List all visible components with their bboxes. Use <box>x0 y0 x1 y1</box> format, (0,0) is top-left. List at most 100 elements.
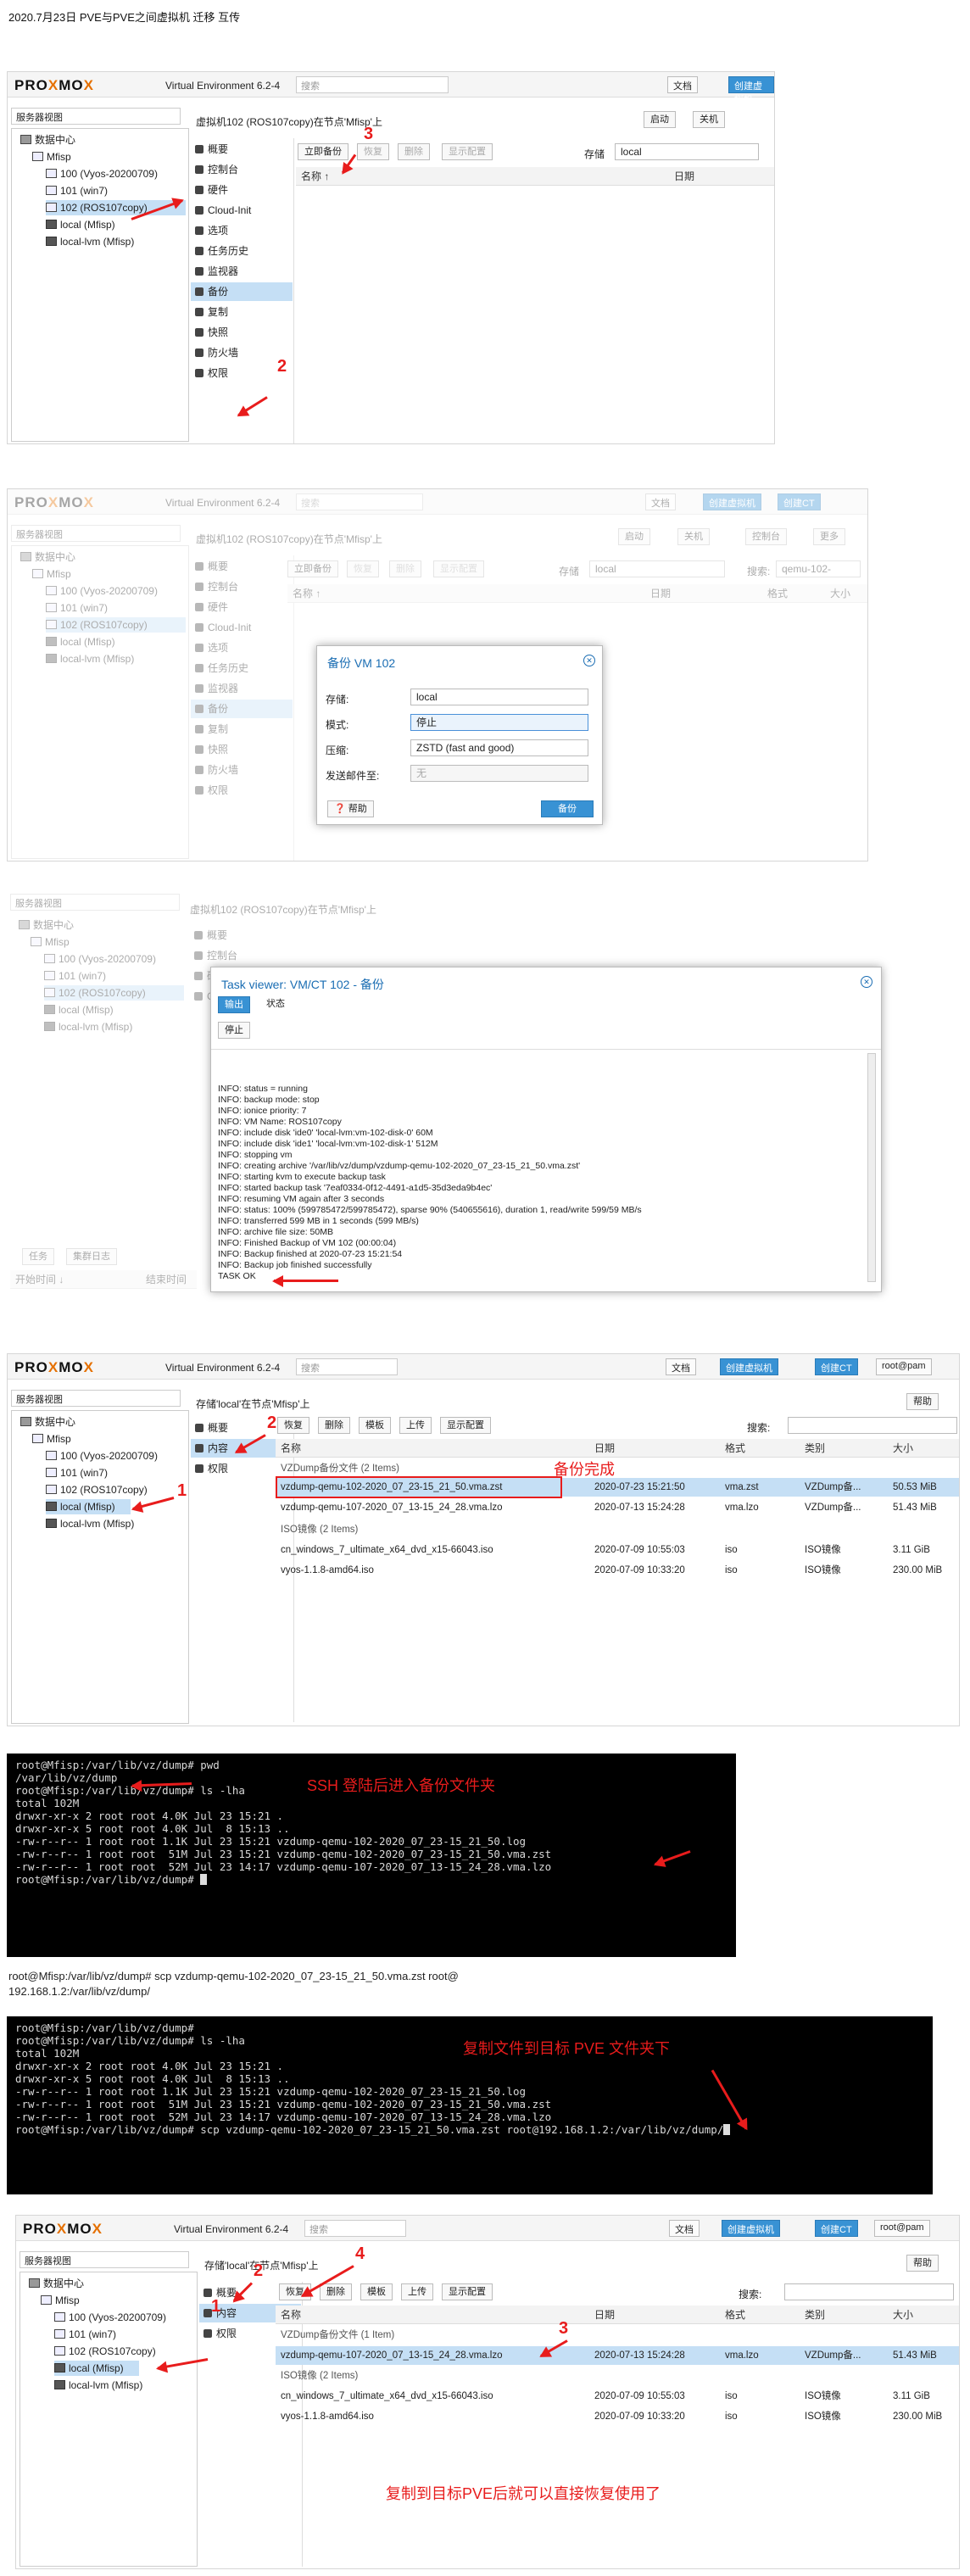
view-select[interactable]: 服务器视图 <box>20 2251 189 2268</box>
create-vm-button[interactable]: 创建虚拟机 <box>720 1358 778 1375</box>
menu-summary[interactable]: 概要 <box>191 557 293 576</box>
view-select[interactable]: 服务器视图 <box>11 108 181 125</box>
docs-button[interactable]: 文档 <box>666 1358 696 1375</box>
create-ct-button[interactable]: 创建CT <box>778 493 821 510</box>
user-menu[interactable]: root@pam <box>876 1358 932 1375</box>
create-ct-button[interactable]: 创建CT <box>815 2220 858 2237</box>
menu-snapshot[interactable]: 快照 <box>191 740 293 759</box>
tab-status[interactable]: 状态 <box>260 996 291 1013</box>
tree-storage-local[interactable]: local (Mfisp) <box>46 217 115 232</box>
tree-vm-102[interactable]: 102 (ROS107copy) <box>46 1482 148 1497</box>
dialog-storage-select[interactable]: local <box>410 689 588 705</box>
dialog-backup-button[interactable]: 备份 <box>541 800 594 817</box>
restore-button[interactable]: 恢复 <box>357 143 389 160</box>
create-ct-button[interactable]: 创建CT <box>815 1358 858 1375</box>
tree-node[interactable]: Mfisp <box>32 566 71 582</box>
tree-vm-100[interactable]: 100 (Vyos-20200709) <box>46 1448 158 1464</box>
tree-vm-101[interactable]: 101 (win7) <box>54 2327 116 2342</box>
tree-storage-local[interactable]: local (Mfisp) <box>54 2361 139 2376</box>
menu-monitor[interactable]: 监视器 <box>191 679 293 698</box>
search-field[interactable] <box>788 1417 957 1434</box>
delete-button[interactable]: 删除 <box>320 2283 352 2300</box>
tree-vm-101[interactable]: 101 (win7) <box>46 183 108 198</box>
menu-console[interactable]: 控制台 <box>191 577 293 596</box>
help-button[interactable]: 帮助 <box>906 2255 939 2272</box>
table-row[interactable]: vzdump-qemu-107-2020_07_13-15_24_28.vma.… <box>276 2346 959 2365</box>
menu-firewall[interactable]: 防火墙 <box>191 761 293 779</box>
scrollbar[interactable] <box>867 1053 876 1282</box>
search-input[interactable]: 搜索 <box>296 493 423 510</box>
tree-storage-local[interactable]: local (Mfisp) <box>46 1499 131 1514</box>
tree-vm-100[interactable]: 100 (Vyos-20200709) <box>54 2310 166 2325</box>
tree-datacenter[interactable]: 数据中心 <box>19 917 74 933</box>
user-menu[interactable]: root@pam <box>874 2220 930 2237</box>
tree-datacenter[interactable]: 数据中心 <box>29 2276 84 2291</box>
close-icon[interactable]: ✕ <box>861 976 872 988</box>
menu-summary[interactable]: 概要 <box>190 926 292 945</box>
start-button[interactable]: 启动 <box>618 528 650 545</box>
storage-select[interactable]: local <box>615 143 759 160</box>
search-input[interactable]: 搜索 <box>296 1358 398 1375</box>
tree-vm-101[interactable]: 101 (win7) <box>46 600 108 616</box>
menu-permissions[interactable]: 权限 <box>191 1459 293 1478</box>
menu-hardware[interactable]: 硬件 <box>191 181 293 199</box>
tree-vm-102[interactable]: 102 (ROS107copy) <box>54 2344 156 2359</box>
help-button[interactable]: 帮助 <box>906 1393 939 1410</box>
tree-storage-local-lvm[interactable]: local-lvm (Mfisp) <box>46 651 134 666</box>
menu-cloudinit[interactable]: Cloud-Init <box>191 618 293 637</box>
tree-datacenter[interactable]: 数据中心 <box>20 132 75 148</box>
table-row[interactable]: cn_windows_7_ultimate_x64_dvd_x15-66043.… <box>276 1541 959 1559</box>
dialog-compression-select[interactable]: ZSTD (fast and good) <box>410 739 588 756</box>
group-vzdump[interactable]: VZDump备份文件 (2 Items) <box>281 1459 399 1478</box>
start-button[interactable]: 启动 <box>644 111 676 128</box>
table-row[interactable]: vzdump-qemu-107-2020_07_13-15_24_28.vma.… <box>276 1498 959 1517</box>
menu-task-history[interactable]: 任务历史 <box>191 242 293 260</box>
menu-snapshot[interactable]: 快照 <box>191 323 293 342</box>
show-config-button[interactable]: 显示配置 <box>433 560 484 577</box>
tree-datacenter[interactable]: 数据中心 <box>20 1414 75 1430</box>
delete-button[interactable]: 删除 <box>398 143 430 160</box>
shutdown-button[interactable]: 关机 <box>693 111 725 128</box>
tab-cluster-log[interactable]: 集群日志 <box>66 1248 117 1265</box>
show-config-button[interactable]: 显示配置 <box>442 143 493 160</box>
delete-button[interactable]: 删除 <box>389 560 421 577</box>
menu-options[interactable]: 选项 <box>191 638 293 657</box>
docs-button[interactable]: 文档 <box>645 493 676 510</box>
view-select[interactable]: 服务器视图 <box>11 1390 181 1407</box>
tree-vm-100[interactable]: 100 (Vyos-20200709) <box>46 166 158 181</box>
menu-summary[interactable]: 概要 <box>191 140 293 159</box>
tree-vm-100[interactable]: 100 (Vyos-20200709) <box>44 951 156 967</box>
delete-button[interactable]: 删除 <box>318 1417 350 1434</box>
group-iso[interactable]: ISO镜像 (2 Items) <box>281 1520 358 1539</box>
menu-backup[interactable]: 备份 <box>191 700 293 718</box>
stop-button[interactable]: 停止 <box>218 1022 250 1039</box>
menu-task-history[interactable]: 任务历史 <box>191 659 293 677</box>
more-button[interactable]: 更多 <box>813 528 845 545</box>
tree-datacenter[interactable]: 数据中心 <box>20 549 75 565</box>
menu-backup[interactable]: 备份 <box>191 282 293 301</box>
search-input[interactable]: 搜索 <box>296 76 449 93</box>
search-input[interactable]: 搜索 <box>304 2220 406 2237</box>
tab-output[interactable]: 输出 <box>218 996 250 1013</box>
console-button[interactable]: 控制台 <box>745 528 787 545</box>
tree-node[interactable]: Mfisp <box>32 1431 71 1447</box>
create-vm-button[interactable]: 创建虚拟机 <box>728 76 774 105</box>
group-iso[interactable]: ISO镜像 (2 Items) <box>281 2367 358 2385</box>
close-icon[interactable]: ✕ <box>583 655 595 666</box>
create-vm-button[interactable]: 创建虚拟机 <box>703 493 761 510</box>
tree-storage-local-lvm[interactable]: local-lvm (Mfisp) <box>54 2378 142 2393</box>
dialog-mail-input[interactable]: 无 <box>410 765 588 782</box>
backup-now-button[interactable]: 立即备份 <box>298 143 348 160</box>
tree-vm-101[interactable]: 101 (win7) <box>44 968 106 984</box>
tree-vm-100[interactable]: 100 (Vyos-20200709) <box>46 583 158 599</box>
tree-node[interactable]: Mfisp <box>32 149 71 164</box>
show-config-button[interactable]: 显示配置 <box>440 1417 491 1434</box>
template-button[interactable]: 模板 <box>360 2283 393 2300</box>
menu-permissions[interactable]: 权限 <box>191 781 293 800</box>
menu-console[interactable]: 控制台 <box>190 946 292 965</box>
tree-vm-101[interactable]: 101 (win7) <box>46 1465 108 1480</box>
tree-storage-local-lvm[interactable]: local-lvm (Mfisp) <box>44 1019 132 1034</box>
table-row[interactable]: vyos-1.1.8-amd64.iso 2020-07-09 10:33:20… <box>276 2407 959 2426</box>
restore-button[interactable]: 恢复 <box>347 560 379 577</box>
menu-replication[interactable]: 复制 <box>191 303 293 321</box>
